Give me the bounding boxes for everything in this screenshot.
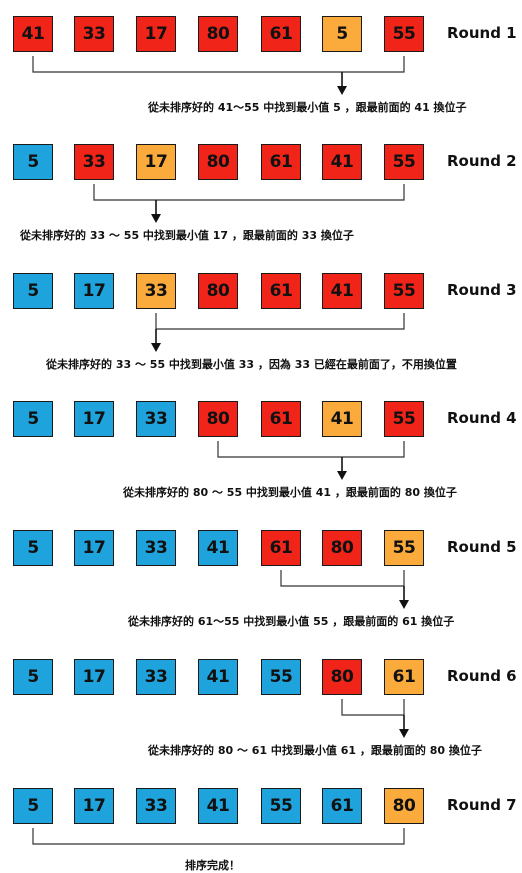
round-label: Round 2 xyxy=(447,152,517,170)
number-box-sorted: 33 xyxy=(136,659,176,695)
number-box-sorted: 55 xyxy=(261,788,301,824)
number-box-sorted: 17 xyxy=(74,530,114,566)
range-bracket xyxy=(217,441,405,458)
number-box-unsorted: 33 xyxy=(74,144,114,180)
number-box-minimum: 17 xyxy=(136,144,176,180)
number-box-sorted: 5 xyxy=(13,659,53,695)
number-box-sorted: 33 xyxy=(136,401,176,437)
number-box-minimum: 55 xyxy=(384,530,424,566)
number-box-unsorted: 61 xyxy=(261,273,301,309)
number-box-unsorted: 41 xyxy=(322,273,362,309)
number-box-sorted: 5 xyxy=(13,401,53,437)
number-box-minimum: 80 xyxy=(384,788,424,824)
round-label: Round 1 xyxy=(447,24,517,42)
number-box-unsorted: 41 xyxy=(13,16,53,52)
selection-sort-diagram: 41 33 17 80 61 5 55 Round 1 從未排序好的 41～55 中找到最小值 … xyxy=(0,0,522,873)
number-box-sorted: 55 xyxy=(261,659,301,695)
number-box-unsorted: 55 xyxy=(384,16,424,52)
number-box-unsorted: 80 xyxy=(198,273,238,309)
number-box-minimum: 41 xyxy=(322,401,362,437)
number-box-sorted: 17 xyxy=(74,788,114,824)
number-box-sorted: 5 xyxy=(13,144,53,180)
round-caption: 從未排序好的 61～55 中找到最小值 55 ，跟最前面的 61 換位子 xyxy=(128,615,455,628)
number-box-unsorted: 61 xyxy=(261,144,301,180)
number-box-minimum: 5 xyxy=(322,16,362,52)
round-caption: 從未排序好的 33 ～ 55 中找到最小值 33 ，因為 33 已經在最前面了，… xyxy=(46,358,457,371)
number-box-sorted: 17 xyxy=(74,273,114,309)
number-box-sorted: 61 xyxy=(322,788,362,824)
number-box-unsorted: 55 xyxy=(384,144,424,180)
pointer-arrow-head xyxy=(399,600,409,609)
number-box-unsorted: 80 xyxy=(322,659,362,695)
number-box-sorted: 33 xyxy=(136,530,176,566)
range-bracket xyxy=(93,184,405,201)
round-caption: 從未排序好的 41～55 中找到最小值 5 ，跟最前面的 41 換位子 xyxy=(148,101,467,114)
round-caption: 從未排序好的 33 ～ 55 中找到最小值 17 ，跟最前面的 33 換位子 xyxy=(20,229,354,242)
number-box-unsorted: 33 xyxy=(74,16,114,52)
number-box-unsorted: 80 xyxy=(198,401,238,437)
number-box-sorted: 41 xyxy=(198,659,238,695)
number-box-unsorted: 80 xyxy=(198,144,238,180)
number-box-sorted: 17 xyxy=(74,659,114,695)
round-caption: 從未排序好的 80 ～ 61 中找到最小值 61 ，跟最前面的 80 換位子 xyxy=(148,744,482,757)
pointer-arrow-head xyxy=(399,729,409,738)
number-box-minimum: 61 xyxy=(384,659,424,695)
range-bracket xyxy=(155,313,405,330)
number-box-sorted: 5 xyxy=(13,273,53,309)
number-box-unsorted: 80 xyxy=(198,16,238,52)
number-box-unsorted: 17 xyxy=(136,16,176,52)
pointer-arrow-head xyxy=(151,214,161,223)
number-box-sorted: 33 xyxy=(136,788,176,824)
round-label: Round 6 xyxy=(447,667,517,685)
range-bracket xyxy=(341,699,405,716)
number-box-unsorted: 61 xyxy=(261,401,301,437)
number-box-minimum: 33 xyxy=(136,273,176,309)
round-label: Round 7 xyxy=(447,796,517,814)
number-box-unsorted: 55 xyxy=(384,401,424,437)
number-box-unsorted: 55 xyxy=(384,273,424,309)
number-box-sorted: 5 xyxy=(13,530,53,566)
round-label: Round 4 xyxy=(447,409,517,427)
number-box-unsorted: 80 xyxy=(322,530,362,566)
pointer-arrow-head xyxy=(337,86,347,95)
number-box-unsorted: 61 xyxy=(261,530,301,566)
round-caption: 排序完成！ xyxy=(185,859,240,872)
number-box-unsorted: 61 xyxy=(261,16,301,52)
round-caption: 從未排序好的 80 ～ 55 中找到最小值 41 ，跟最前面的 80 換位子 xyxy=(123,486,457,499)
number-box-sorted: 41 xyxy=(198,788,238,824)
pointer-arrow-head xyxy=(337,471,347,480)
number-box-sorted: 17 xyxy=(74,401,114,437)
number-box-sorted: 5 xyxy=(13,788,53,824)
range-bracket xyxy=(32,56,405,73)
range-bracket xyxy=(32,828,405,845)
number-box-sorted: 41 xyxy=(198,530,238,566)
round-label: Round 3 xyxy=(447,281,517,299)
range-bracket xyxy=(280,570,405,587)
pointer-arrow-head xyxy=(151,343,161,352)
round-label: Round 5 xyxy=(447,538,517,556)
number-box-unsorted: 41 xyxy=(322,144,362,180)
